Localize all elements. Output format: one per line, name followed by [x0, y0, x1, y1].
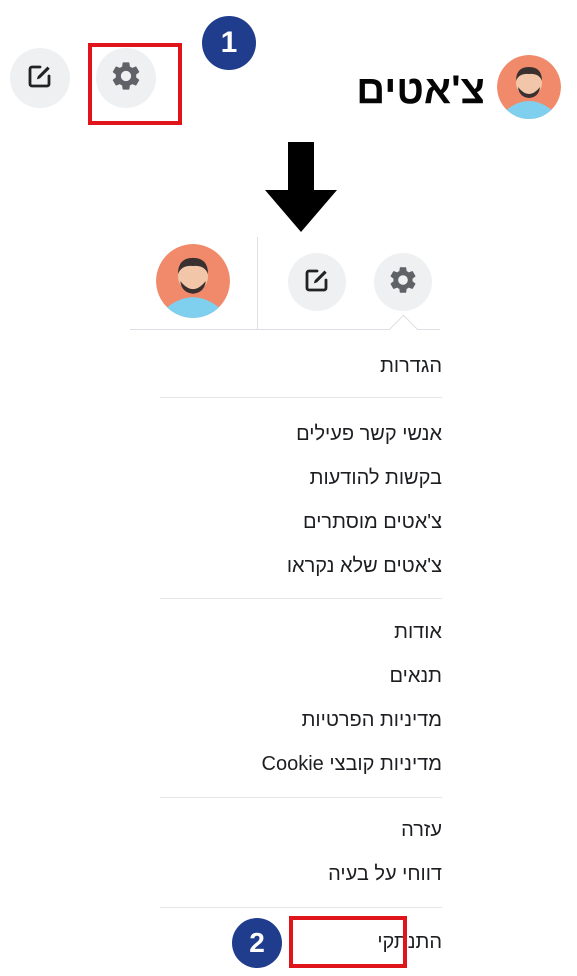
- menu-item-cookie-policy[interactable]: מדיניות קובצי Cookie: [262, 750, 442, 778]
- dropdown-pointer: [388, 314, 419, 345]
- menu-item-settings[interactable]: הגדרות: [380, 352, 442, 380]
- compose-icon: [27, 63, 53, 94]
- menu-separator: [160, 797, 442, 798]
- step-badge-2: 2: [232, 918, 282, 968]
- dropdown-avatar[interactable]: [156, 244, 230, 318]
- menu-item-terms[interactable]: תנאים: [389, 662, 442, 690]
- dropdown-settings-button[interactable]: [374, 253, 432, 311]
- menu-item-message-requests[interactable]: בקשות להודעות: [310, 464, 442, 492]
- avatar[interactable]: [497, 55, 561, 119]
- logout-highlight-box: [289, 916, 407, 968]
- menu-separator: [160, 907, 442, 908]
- gear-icon: [387, 264, 419, 301]
- compose-button[interactable]: [10, 48, 70, 108]
- compose-icon: [304, 267, 330, 298]
- menu-item-help[interactable]: עזרה: [401, 816, 442, 844]
- menu-separator: [160, 397, 442, 398]
- dropdown-compose-button[interactable]: [288, 253, 346, 311]
- page-title: צ'אטים: [356, 68, 485, 112]
- menu-separator: [160, 598, 442, 599]
- menu-item-privacy-policy[interactable]: מדיניות הפרטיות: [302, 706, 442, 734]
- menu-item-about[interactable]: אודות: [394, 618, 442, 646]
- down-arrow-icon: [265, 142, 337, 232]
- step-badge-1: 1: [202, 16, 256, 70]
- menu-item-unread-chats[interactable]: צ'אטים שלא נקראו: [287, 552, 442, 580]
- menu-item-active-contacts[interactable]: אנשי קשר פעילים: [296, 420, 442, 448]
- settings-highlight-box: [88, 43, 182, 125]
- panel-divider: [257, 237, 258, 329]
- menu-item-hidden-chats[interactable]: צ'אטים מוסתרים: [303, 508, 442, 536]
- menu-item-report-problem[interactable]: דווחי על בעיה: [328, 860, 442, 888]
